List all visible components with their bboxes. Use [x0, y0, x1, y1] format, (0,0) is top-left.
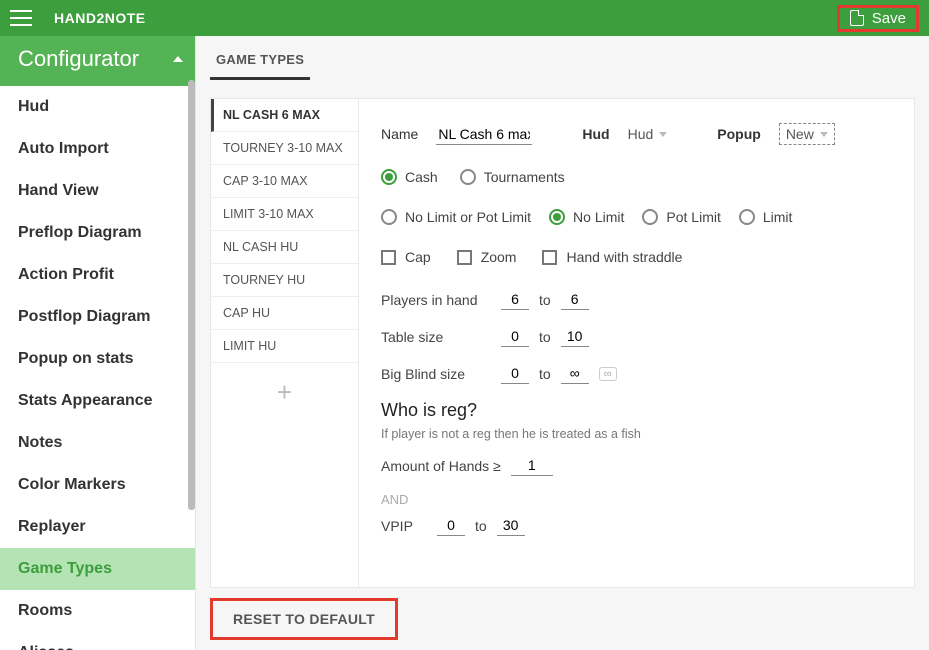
tab-row: GAME TYPES [200, 42, 929, 80]
sidebar-item-notes[interactable]: Notes [0, 422, 195, 464]
checkbox-zoom[interactable]: Zoom [457, 249, 517, 265]
sidebar: Configurator HudAuto ImportHand ViewPref… [0, 36, 196, 650]
sidebar-item-action-profit[interactable]: Action Profit [0, 254, 195, 296]
players-to[interactable] [561, 289, 589, 310]
sidebar-title: Configurator [18, 46, 139, 72]
hands-input[interactable] [511, 455, 553, 476]
table-size-label: Table size [381, 329, 491, 345]
players-label: Players in hand [381, 292, 491, 308]
sidebar-item-hud[interactable]: Hud [0, 86, 195, 128]
game-type-item[interactable]: NL CASH 6 MAX [211, 99, 358, 132]
game-type-item[interactable]: TOURNEY 3-10 MAX [211, 132, 358, 165]
sidebar-item-hand-view[interactable]: Hand View [0, 170, 195, 212]
sidebar-header[interactable]: Configurator [0, 36, 195, 86]
popup-dropdown[interactable]: New [779, 123, 835, 145]
sidebar-item-aliases[interactable]: Aliases [0, 632, 195, 650]
save-label: Save [872, 10, 906, 27]
collapse-icon [173, 56, 183, 62]
menu-icon[interactable] [10, 10, 32, 26]
reg-heading: Who is reg? [381, 400, 896, 421]
sidebar-item-stats-appearance[interactable]: Stats Appearance [0, 380, 195, 422]
sidebar-item-auto-import[interactable]: Auto Import [0, 128, 195, 170]
radio-cash[interactable]: Cash [381, 169, 438, 185]
and-label: AND [381, 492, 896, 507]
name-label: Name [381, 126, 418, 142]
chevron-down-icon [820, 132, 828, 137]
radio-no-limit[interactable]: No Limit [549, 209, 624, 225]
sidebar-item-color-markers[interactable]: Color Markers [0, 464, 195, 506]
radio-tournaments[interactable]: Tournaments [460, 169, 565, 185]
game-type-item[interactable]: TOURNEY HU [211, 264, 358, 297]
table-from[interactable] [501, 326, 529, 347]
add-game-type-button[interactable]: + [211, 363, 358, 422]
vpip-to[interactable] [497, 515, 525, 536]
sidebar-item-popup-on-stats[interactable]: Popup on stats [0, 338, 195, 380]
bb-size-label: Big Blind size [381, 366, 491, 382]
reg-subtext: If player is not a reg then he is treate… [381, 427, 896, 441]
sidebar-item-replayer[interactable]: Replayer [0, 506, 195, 548]
radio-limit[interactable]: Limit [739, 209, 793, 225]
radio-nl-or-pl[interactable]: No Limit or Pot Limit [381, 209, 531, 225]
hands-label: Amount of Hands ≥ [381, 458, 501, 474]
save-button[interactable]: Save [837, 5, 919, 32]
chevron-down-icon [659, 132, 667, 137]
table-to[interactable] [561, 326, 589, 347]
players-from[interactable] [501, 289, 529, 310]
hud-dropdown[interactable]: Hud [628, 126, 668, 142]
sidebar-item-game-types[interactable]: Game Types [0, 548, 195, 590]
sidebar-scrollbar[interactable] [188, 80, 195, 510]
radio-pot-limit[interactable]: Pot Limit [642, 209, 720, 225]
main-panel: GAME TYPES NL CASH 6 MAXTOURNEY 3-10 MAX… [196, 36, 929, 650]
sidebar-item-preflop-diagram[interactable]: Preflop Diagram [0, 212, 195, 254]
game-type-item[interactable]: CAP HU [211, 297, 358, 330]
tab-game-types[interactable]: GAME TYPES [210, 42, 310, 80]
content-card: NL CASH 6 MAXTOURNEY 3-10 MAXCAP 3-10 MA… [210, 98, 915, 588]
sidebar-item-postflop-diagram[interactable]: Postflop Diagram [0, 296, 195, 338]
infinity-icon[interactable]: ∞ [599, 367, 617, 381]
name-input[interactable] [436, 124, 532, 145]
game-type-item[interactable]: LIMIT HU [211, 330, 358, 363]
vpip-label: VPIP [381, 518, 427, 534]
popup-label: Popup [717, 126, 761, 142]
checkbox-straddle[interactable]: Hand with straddle [542, 249, 682, 265]
hud-label: Hud [582, 126, 609, 142]
bb-from[interactable] [501, 363, 529, 384]
game-type-item[interactable]: LIMIT 3-10 MAX [211, 198, 358, 231]
sidebar-item-rooms[interactable]: Rooms [0, 590, 195, 632]
bb-to[interactable] [561, 363, 589, 384]
game-type-list: NL CASH 6 MAXTOURNEY 3-10 MAXCAP 3-10 MA… [211, 99, 359, 587]
game-type-detail: Name Hud Hud Popup New C [359, 99, 914, 587]
app-topbar: HAND2NOTE Save [0, 0, 929, 36]
checkbox-cap[interactable]: Cap [381, 249, 431, 265]
app-brand: HAND2NOTE [54, 10, 146, 26]
vpip-from[interactable] [437, 515, 465, 536]
reset-button[interactable]: RESET TO DEFAULT [210, 598, 398, 640]
game-type-item[interactable]: NL CASH HU [211, 231, 358, 264]
file-icon [850, 10, 864, 26]
game-type-item[interactable]: CAP 3-10 MAX [211, 165, 358, 198]
